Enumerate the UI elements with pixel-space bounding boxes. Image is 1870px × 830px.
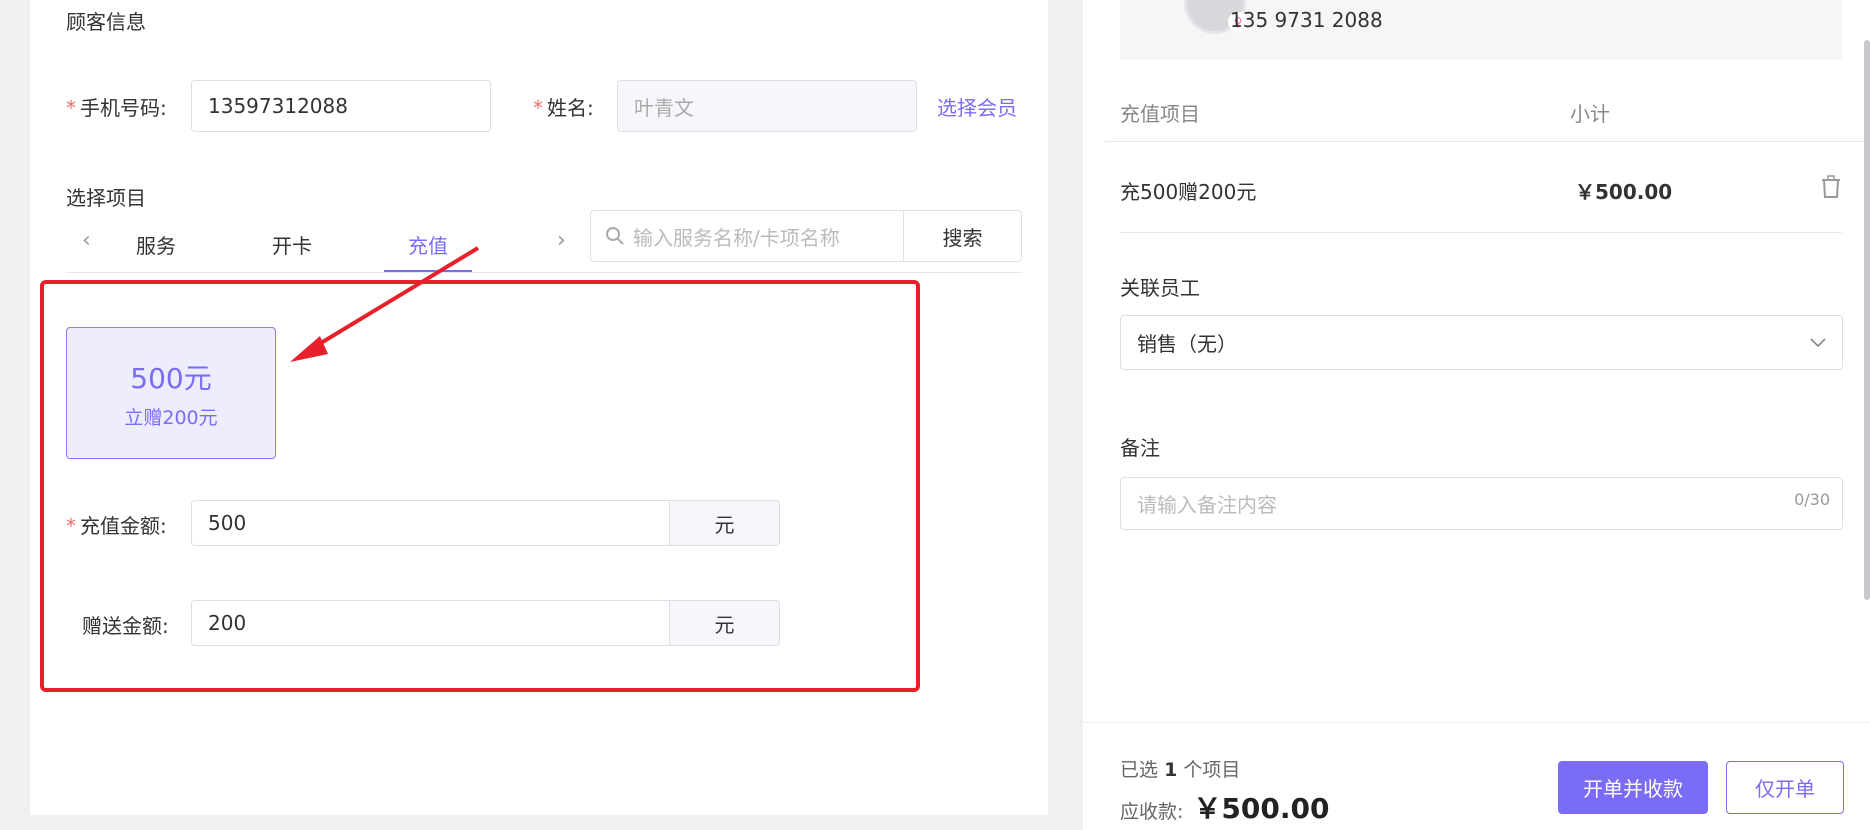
due-summary: 应收款: ￥500.00 — [1120, 787, 1329, 827]
footer: 已选 1 个项目 应收款: ￥500.00 开单并收款 仅开单 — [1083, 722, 1870, 830]
member-phone: 135 9731 2088 — [1230, 8, 1383, 32]
gift-unit: 元 — [669, 601, 779, 645]
recharge-option-card[interactable]: 500元 立赠200元 — [66, 327, 276, 459]
select-member-link[interactable]: 选择会员 — [937, 92, 1017, 121]
selected-summary: 已选 1 个项目 — [1120, 755, 1240, 782]
required-mark: * — [66, 514, 76, 538]
amount-label: * 充值金额: — [66, 510, 167, 539]
amount-field: 500 元 — [191, 500, 780, 546]
card-gift: 立赠200元 — [124, 406, 218, 429]
search-placeholder: 输入服务名称/卡项名称 — [633, 225, 840, 250]
selected-suffix: 个项目 — [1183, 759, 1241, 781]
chevron-down-icon — [1810, 337, 1826, 347]
gift-label: 赠送金额: — [82, 614, 169, 638]
tabs-prev-icon[interactable]: ‹ — [82, 228, 91, 253]
staff-select-value: 销售（无） — [1137, 332, 1237, 356]
annotation-arrow — [290, 246, 480, 362]
customer-section-title: 顾客信息 — [66, 10, 146, 34]
search-icon — [606, 227, 624, 245]
name-label-text: 姓名: — [547, 96, 594, 120]
staff-label: 关联员工 — [1120, 276, 1200, 300]
col-item-header: 充值项目 — [1120, 102, 1200, 126]
name-input: 叶青文 — [617, 80, 917, 132]
header-divider — [1105, 141, 1865, 142]
right-panel: ♀ 135 9731 2088 充值项目 小计 充500赠200元 ￥500.0… — [1083, 0, 1870, 830]
note-label: 备注 — [1120, 436, 1160, 460]
order-item-subtotal: ￥500.00 — [1575, 180, 1673, 204]
search-button[interactable]: 搜索 — [903, 211, 1021, 261]
order-item-name: 充500赠200元 — [1120, 180, 1257, 204]
order-only-button[interactable]: 仅开单 — [1726, 761, 1844, 814]
phone-label-text: 手机号码: — [80, 96, 167, 120]
scrollbar[interactable] — [1864, 40, 1870, 600]
member-card: ♀ 135 9731 2088 — [1120, 0, 1842, 60]
note-counter: 0/30 — [1794, 490, 1830, 509]
tabs-next-icon[interactable]: › — [557, 228, 566, 253]
search-bar: 输入服务名称/卡项名称 搜索 — [590, 210, 1022, 262]
tab-service[interactable]: 服务 — [136, 230, 176, 259]
trash-icon[interactable] — [1820, 175, 1842, 199]
required-mark: * — [533, 96, 543, 120]
items-section-title: 选择项目 — [66, 186, 146, 210]
amount-input[interactable]: 500 — [192, 501, 669, 545]
tabs-divider — [66, 272, 1022, 273]
required-mark: * — [66, 96, 76, 120]
staff-select[interactable]: 销售（无） — [1120, 315, 1843, 370]
left-panel: 顾客信息 * 手机号码: 13597312088 * 姓名: 叶青文 选择会员 选择… — [30, 0, 1048, 815]
search-input[interactable]: 输入服务名称/卡项名称 — [591, 211, 903, 261]
phone-label: * 手机号码: — [66, 92, 167, 121]
gift-field: 200 元 — [191, 600, 780, 646]
name-label: * 姓名: — [533, 92, 594, 121]
pay-button[interactable]: 开单并收款 — [1558, 761, 1708, 814]
due-label: 应收款: — [1120, 801, 1184, 823]
note-placeholder: 请输入备注内容 — [1137, 493, 1277, 517]
selected-prefix: 已选 — [1120, 759, 1159, 781]
gift-input[interactable]: 200 — [192, 601, 669, 645]
note-input[interactable]: 请输入备注内容 0/30 — [1120, 477, 1843, 530]
col-subtotal-header: 小计 — [1570, 102, 1610, 126]
amount-label-text: 充值金额: — [80, 514, 167, 538]
amount-unit: 元 — [669, 501, 779, 545]
row-divider — [1120, 232, 1842, 233]
selected-count: 1 — [1164, 759, 1178, 781]
card-amount: 500元 — [130, 361, 212, 395]
due-amount: ￥500.00 — [1193, 792, 1330, 825]
phone-input[interactable]: 13597312088 — [191, 80, 491, 132]
